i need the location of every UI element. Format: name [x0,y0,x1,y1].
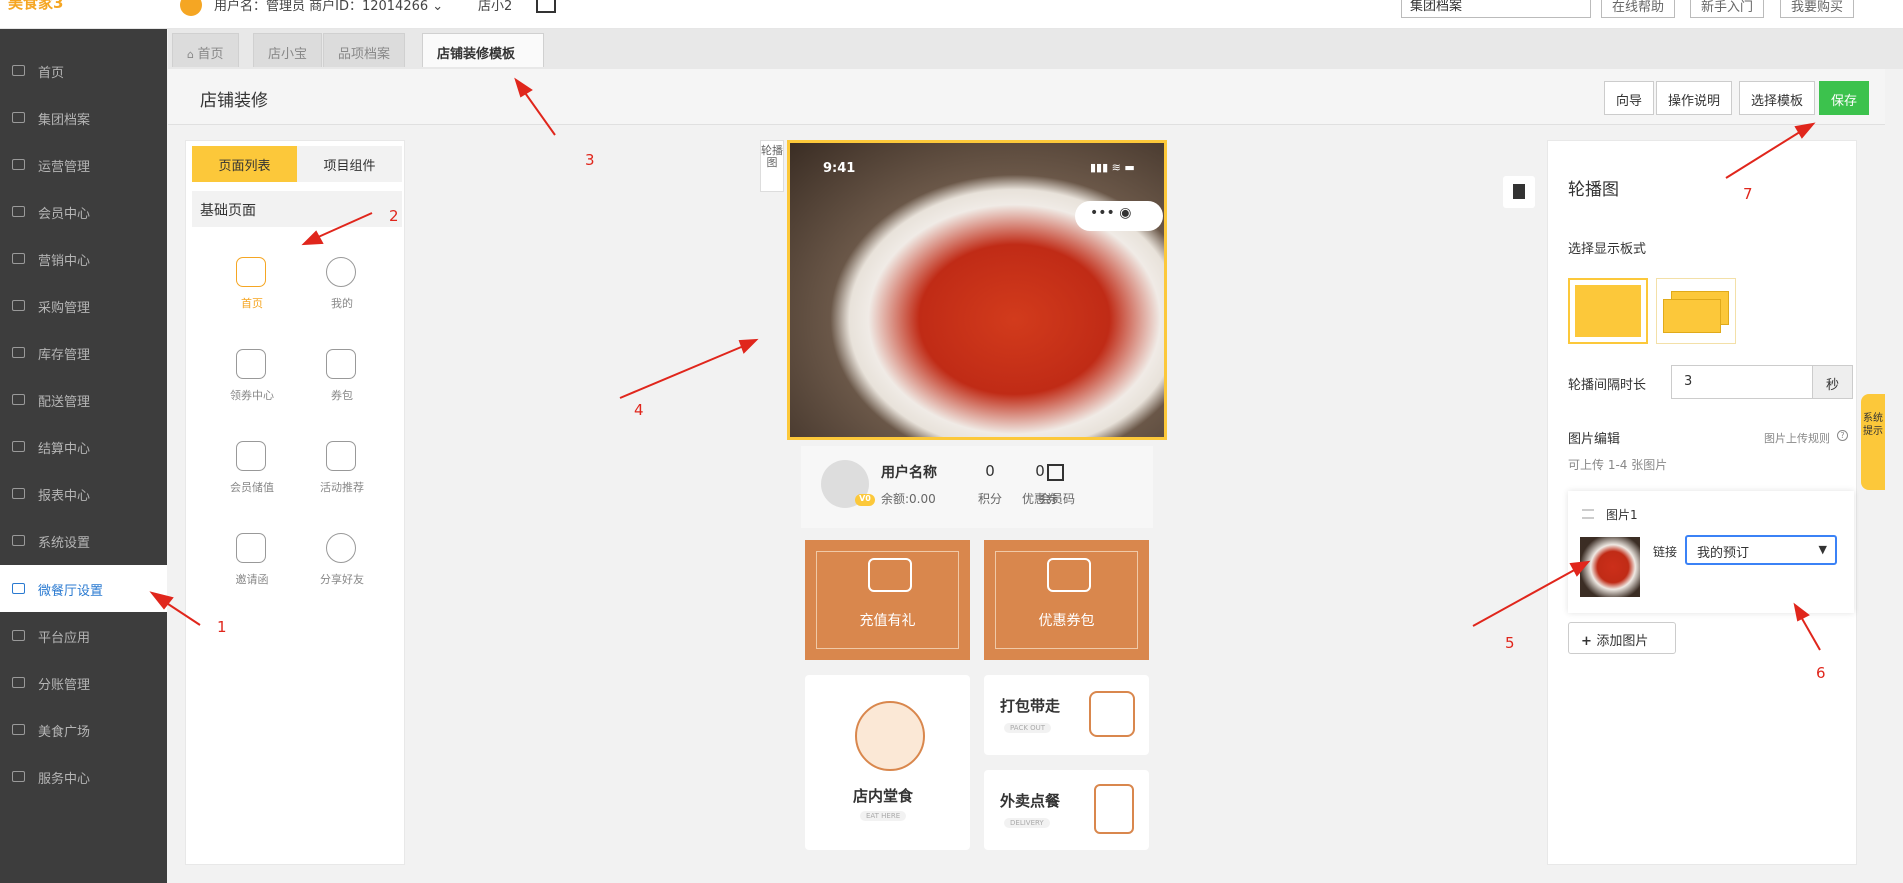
annotation-arrow-group [149,77,1821,651]
annotation-2: 2 [389,207,399,225]
annotation-6: 6 [1816,664,1826,682]
annotation-7: 7 [1743,185,1753,203]
annotation-4: 4 [634,401,644,419]
annotation-3: 3 [585,151,595,169]
app-window: { "topbar":{ "logo":"美食家3", "user_info":… [0,0,1903,883]
annotation-1: 1 [217,618,227,636]
annotation-5: 5 [1505,634,1515,652]
annotation-arrows [149,77,1821,651]
